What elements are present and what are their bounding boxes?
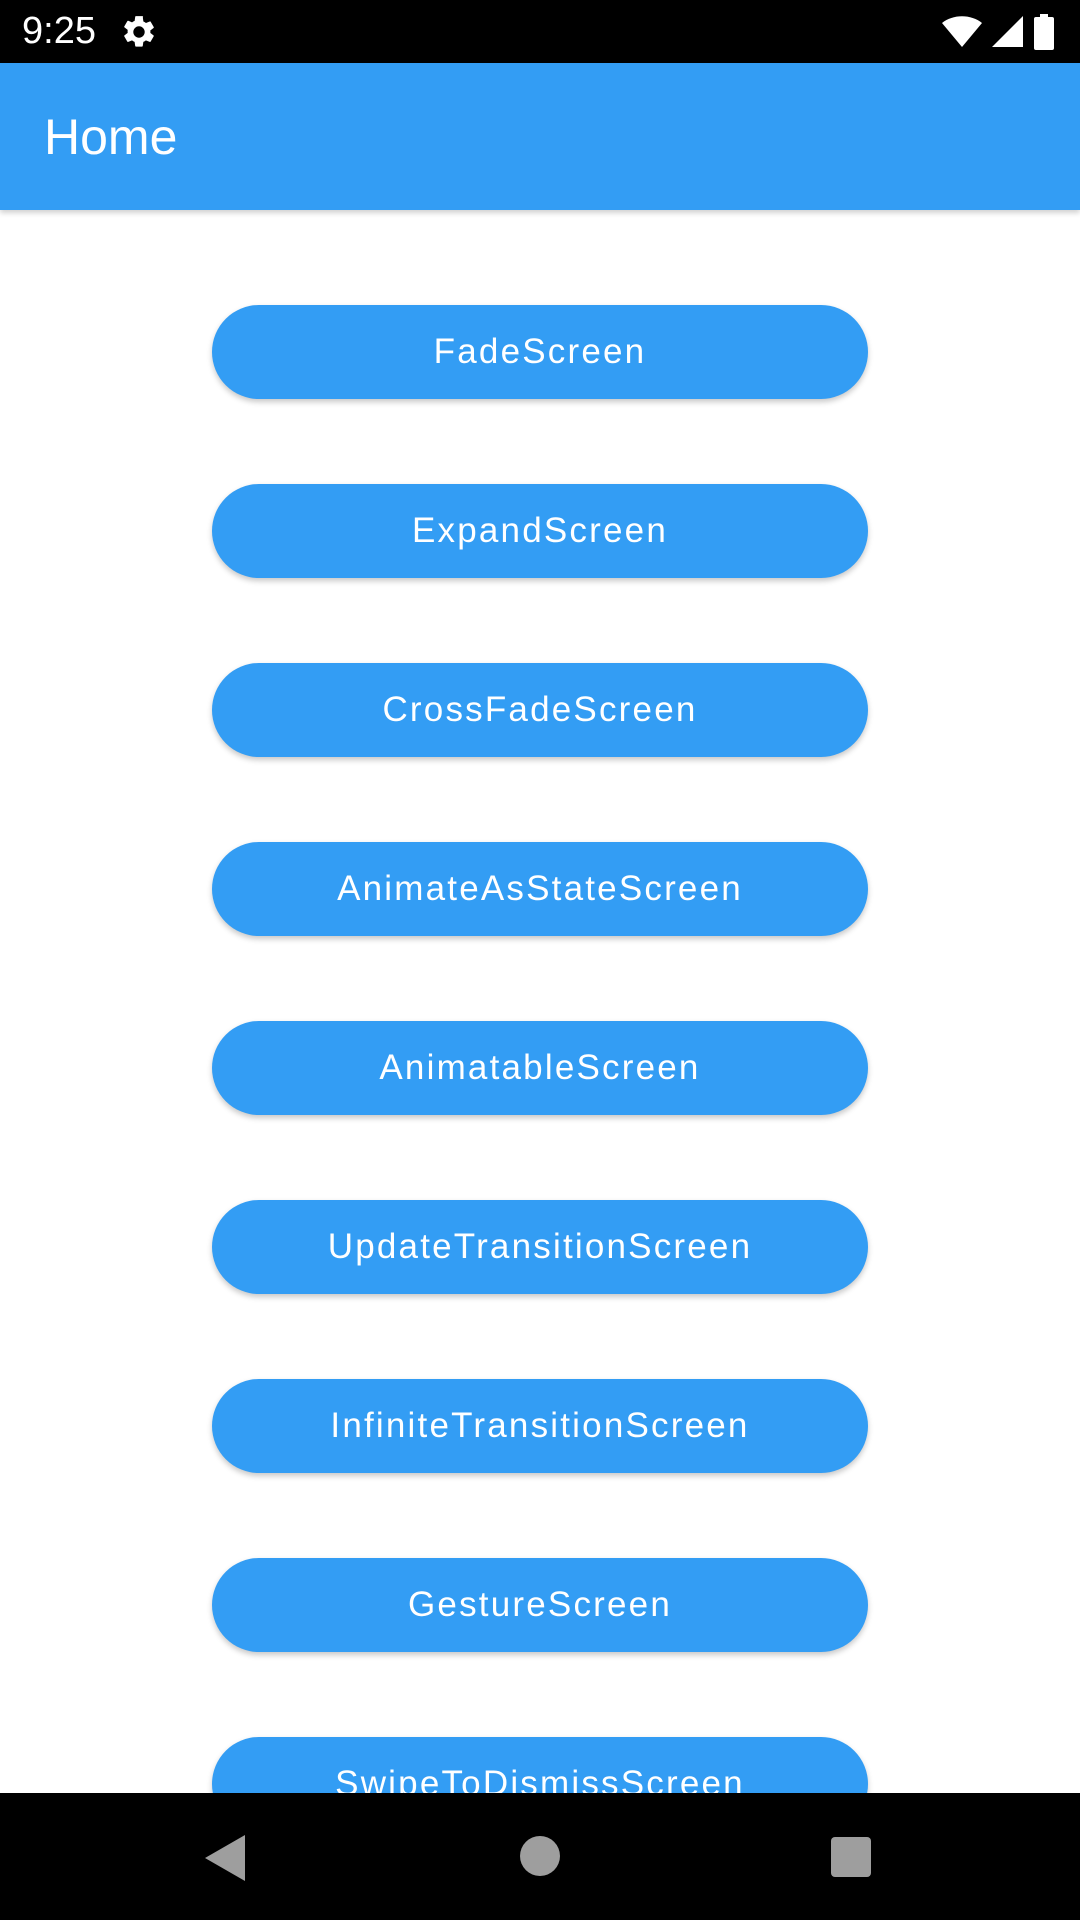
animate-as-state-screen-button[interactable]: AnimateAsStateScreen (212, 842, 868, 936)
settings-gear-icon (124, 16, 154, 47)
recents-icon[interactable] (831, 1837, 871, 1877)
button-list[interactable]: FadeScreen ExpandScreen CrossFadeScreen … (0, 210, 1080, 1793)
cross-fade-screen-button[interactable]: CrossFadeScreen (212, 663, 868, 757)
gesture-screen-button[interactable]: GestureScreen (212, 1558, 868, 1652)
swipe-to-dismiss-screen-button[interactable]: SwipeToDismissScreen (212, 1737, 868, 1793)
status-time: 9:25 (22, 10, 96, 52)
expand-screen-button[interactable]: ExpandScreen (212, 484, 868, 578)
navigation-bar (0, 1793, 1080, 1920)
app-bar: Home (0, 63, 1080, 210)
fade-screen-button[interactable]: FadeScreen (212, 305, 868, 399)
back-icon[interactable] (205, 1835, 245, 1881)
status-icons (942, 12, 1054, 52)
page-title: Home (44, 109, 178, 165)
animatable-screen-button[interactable]: AnimatableScreen (212, 1021, 868, 1115)
battery-icon (1034, 14, 1054, 50)
home-icon[interactable] (520, 1836, 560, 1876)
infinite-transition-screen-button[interactable]: InfiniteTransitionScreen (212, 1379, 868, 1473)
status-bar: 9:25 (0, 0, 1080, 63)
update-transition-screen-button[interactable]: UpdateTransitionScreen (212, 1200, 868, 1294)
wifi-icon (942, 16, 982, 47)
cellular-signal-icon (992, 16, 1023, 47)
